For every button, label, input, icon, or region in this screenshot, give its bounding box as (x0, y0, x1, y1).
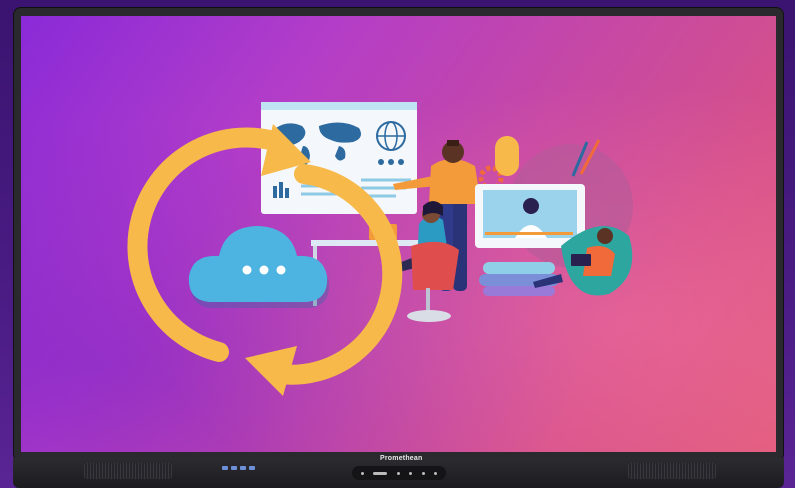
classroom-illustration (127, 102, 633, 396)
right-speaker-grille (628, 463, 716, 479)
front-control-panel (352, 466, 446, 480)
usb-port[interactable] (240, 466, 246, 470)
volume-up-button[interactable] (421, 471, 425, 475)
cloud-dot (259, 265, 269, 275)
front-ports (222, 466, 255, 470)
input-button[interactable] (434, 471, 438, 475)
display-screen (21, 16, 776, 452)
cloud-icon (188, 226, 330, 308)
cloud-dot (276, 265, 286, 275)
volume-down-button[interactable] (409, 471, 413, 475)
usb-port[interactable] (222, 466, 228, 470)
cloud-dot (242, 265, 252, 275)
hdmi-port[interactable] (249, 466, 255, 470)
sensor-strip (373, 471, 388, 475)
usb-port[interactable] (231, 466, 237, 470)
power-button[interactable] (360, 471, 364, 475)
brand-label: Promethean (380, 455, 423, 462)
left-speaker-grille (84, 463, 172, 479)
home-button[interactable] (396, 471, 400, 475)
